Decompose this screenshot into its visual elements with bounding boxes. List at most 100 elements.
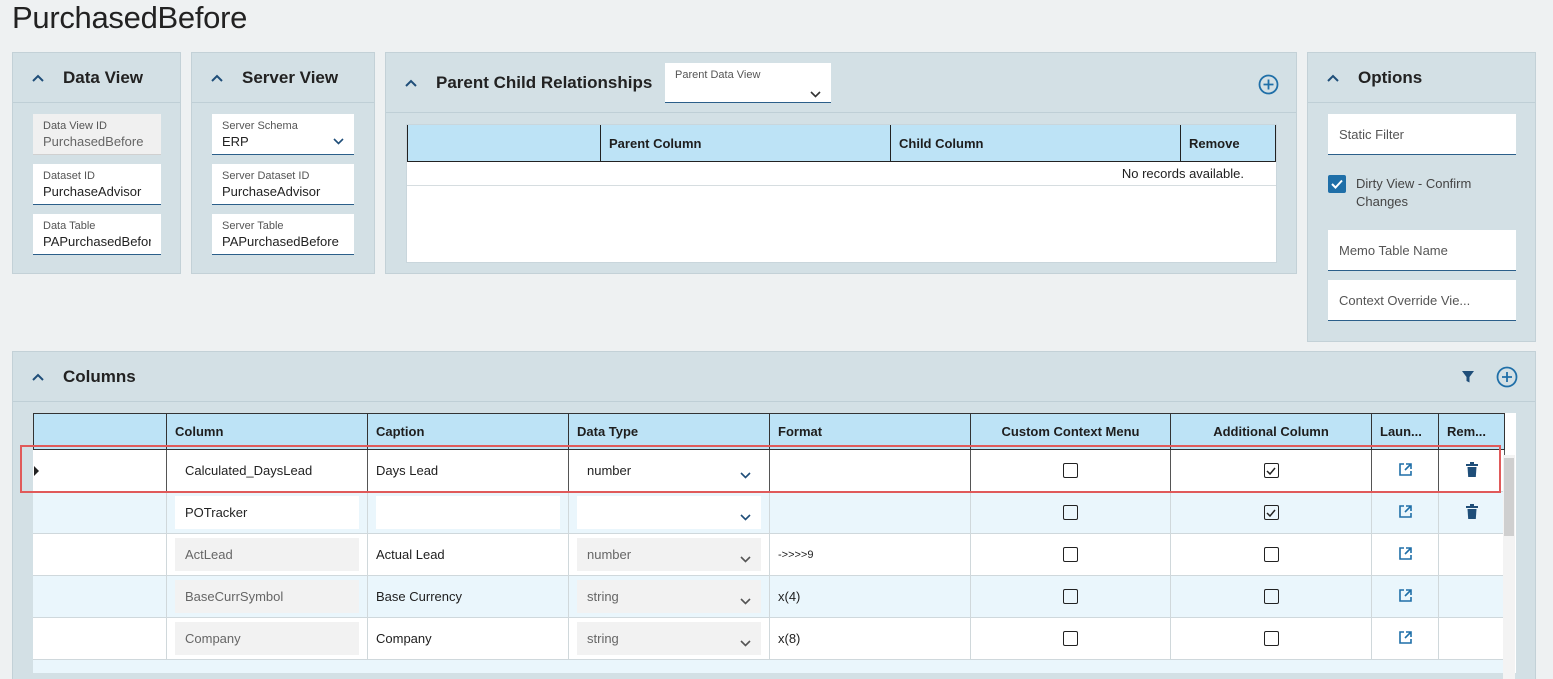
format-cell[interactable]: ->>>>9 — [770, 534, 971, 575]
format-cell[interactable] — [770, 492, 971, 533]
checkbox-unchecked-icon[interactable] — [1063, 463, 1078, 478]
trash-icon[interactable] — [1465, 461, 1478, 480]
column-header[interactable] — [407, 125, 601, 161]
format-cell[interactable]: x(8) — [770, 618, 971, 659]
caption-cell[interactable] — [368, 492, 569, 533]
additional-column-cell[interactable] — [1171, 450, 1372, 491]
table-row[interactable]: Company Company string x(8) — [33, 618, 1505, 660]
column-header[interactable]: Child Column — [891, 125, 1181, 161]
checkbox-unchecked-icon[interactable] — [1063, 589, 1078, 604]
launch-cell[interactable] — [1372, 534, 1439, 575]
plus-circle-icon[interactable] — [1258, 74, 1279, 100]
checkbox-checked-icon[interactable] — [1263, 463, 1279, 478]
column-header[interactable]: Custom Context Menu — [971, 413, 1171, 450]
column-cell[interactable]: Calculated_DaysLead — [167, 450, 368, 491]
remove-cell[interactable] — [1439, 492, 1505, 533]
options-header[interactable]: Options — [1308, 53, 1535, 103]
column-header[interactable]: Laun... — [1372, 413, 1439, 450]
caption-input[interactable] — [376, 496, 560, 529]
context-override-input[interactable]: Context Override Vie... — [1328, 280, 1516, 321]
external-link-icon[interactable] — [1398, 462, 1413, 480]
checkbox-unchecked-icon[interactable] — [1063, 631, 1078, 646]
table-row[interactable] — [33, 660, 1505, 673]
column-header[interactable]: Parent Column — [601, 125, 891, 161]
data-type-cell[interactable] — [569, 492, 770, 533]
server-schema-select[interactable]: Server Schema ERP — [212, 114, 354, 155]
data-type-select[interactable]: number — [577, 454, 761, 487]
chevron-down-icon[interactable] — [333, 132, 344, 150]
custom-context-menu-cell[interactable] — [971, 492, 1171, 533]
server-table-field[interactable]: Server Table PAPurchasedBefore — [212, 214, 354, 255]
server-dataset-id-field[interactable]: Server Dataset ID PurchaseAdvisor — [212, 164, 354, 205]
remove-cell[interactable] — [1439, 450, 1505, 491]
table-row[interactable]: POTracker — [33, 492, 1505, 534]
launch-cell[interactable] — [1372, 450, 1439, 491]
column-input[interactable]: Calculated_DaysLead — [175, 454, 359, 487]
table-row[interactable]: BaseCurrSymbol Base Currency string x(4) — [33, 576, 1505, 618]
caption-cell[interactable]: Company — [368, 618, 569, 659]
checkbox-unchecked-icon[interactable] — [1263, 547, 1279, 562]
checkbox-checked-icon[interactable] — [1263, 505, 1279, 520]
custom-context-menu-cell[interactable] — [971, 450, 1171, 491]
additional-column-cell[interactable] — [1171, 492, 1372, 533]
memo-table-input[interactable]: Memo Table Name — [1328, 230, 1516, 271]
column-input[interactable]: POTracker — [175, 496, 359, 529]
chevron-down-icon[interactable] — [810, 85, 821, 103]
checkbox-unchecked-icon[interactable] — [1263, 631, 1279, 646]
data-type-select[interactable] — [577, 496, 761, 529]
caption-cell[interactable]: Actual Lead — [368, 534, 569, 575]
custom-context-menu-cell[interactable] — [971, 576, 1171, 617]
table-row[interactable]: Calculated_DaysLead Days Lead number — [33, 450, 1505, 492]
chevron-up-icon[interactable] — [31, 71, 45, 85]
external-link-icon[interactable] — [1398, 588, 1413, 606]
columns-header[interactable]: Columns — [13, 352, 1535, 402]
launch-cell[interactable] — [1372, 492, 1439, 533]
column-header[interactable] — [33, 413, 167, 450]
relationships-header[interactable]: Parent Child Relationships — [386, 53, 1296, 113]
additional-column-cell[interactable] — [1171, 576, 1372, 617]
chevron-up-icon[interactable] — [404, 76, 418, 90]
column-header[interactable]: Data Type — [569, 413, 770, 450]
column-header[interactable]: Caption — [368, 413, 569, 450]
external-link-icon[interactable] — [1398, 630, 1413, 648]
chevron-up-icon[interactable] — [1326, 71, 1340, 85]
parent-data-view-select[interactable]: Parent Data View — [665, 63, 831, 103]
checkbox-unchecked-icon[interactable] — [1263, 589, 1279, 604]
table-row[interactable]: ActLead Actual Lead number ->>>>9 — [33, 534, 1505, 576]
additional-column-cell[interactable] — [1171, 618, 1372, 659]
dirty-view-checkbox[interactable]: Dirty View - Confirm Changes — [1328, 175, 1518, 211]
column-cell[interactable]: POTracker — [167, 492, 368, 533]
plus-circle-icon[interactable] — [1496, 366, 1518, 393]
server-view-header[interactable]: Server View — [192, 53, 374, 103]
format-cell[interactable]: x(4) — [770, 576, 971, 617]
column-header[interactable]: Format — [770, 413, 971, 450]
checkbox-checked-icon[interactable] — [1328, 175, 1346, 193]
chevron-up-icon[interactable] — [31, 370, 45, 384]
checkbox-unchecked-icon[interactable] — [1063, 505, 1078, 520]
additional-column-cell[interactable] — [1171, 534, 1372, 575]
data-table-field[interactable]: Data Table PAPurchasedBefore — [33, 214, 161, 255]
column-header[interactable]: Additional Column — [1171, 413, 1372, 450]
launch-cell[interactable] — [1372, 576, 1439, 617]
custom-context-menu-cell[interactable] — [971, 618, 1171, 659]
chevron-up-icon[interactable] — [210, 71, 224, 85]
column-header[interactable]: Column — [167, 413, 368, 450]
external-link-icon[interactable] — [1398, 504, 1413, 522]
custom-context-menu-cell[interactable] — [971, 534, 1171, 575]
static-filter-input[interactable]: Static Filter — [1328, 114, 1516, 155]
trash-icon[interactable] — [1465, 503, 1478, 522]
filter-icon[interactable] — [1461, 370, 1475, 389]
scrollbar-thumb[interactable] — [1504, 458, 1514, 536]
dataset-id-field[interactable]: Dataset ID PurchaseAdvisor — [33, 164, 161, 205]
external-link-icon[interactable] — [1398, 546, 1413, 564]
format-cell[interactable] — [770, 450, 971, 491]
column-header[interactable]: Remove — [1181, 125, 1276, 161]
chevron-down-icon[interactable] — [740, 467, 751, 482]
checkbox-unchecked-icon[interactable] — [1063, 547, 1078, 562]
caption-cell[interactable]: Days Lead — [368, 450, 569, 491]
data-view-header[interactable]: Data View — [13, 53, 180, 103]
chevron-down-icon[interactable] — [740, 509, 751, 524]
caption-cell[interactable]: Base Currency — [368, 576, 569, 617]
column-header[interactable]: Rem... — [1439, 413, 1505, 450]
data-type-cell[interactable]: number — [569, 450, 770, 491]
